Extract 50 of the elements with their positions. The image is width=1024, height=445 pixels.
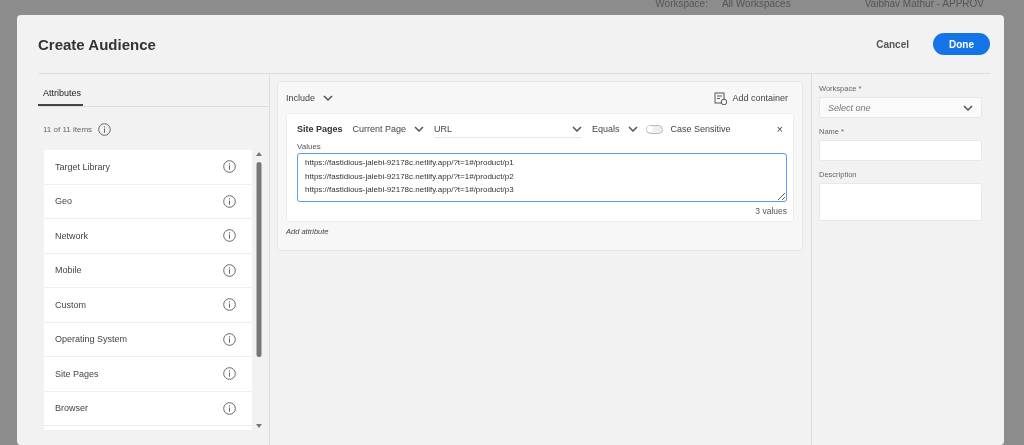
info-icon [98, 123, 112, 136]
attribute-label: Browser [55, 403, 88, 414]
attribute-name: Site Pages [297, 124, 343, 134]
chevron-down-icon [627, 126, 638, 132]
close-button[interactable]: × [776, 123, 783, 135]
attribute-item[interactable]: Geo [44, 184, 252, 219]
attribute-label: Operating System [55, 334, 128, 345]
info-icon [223, 229, 236, 243]
attribute-label: Target Library [55, 161, 111, 172]
done-button[interactable]: Done [933, 33, 990, 55]
placeholder-text: Select one [828, 102, 871, 113]
attribute-item[interactable]: Custom [44, 288, 252, 323]
attribute-item[interactable]: Site Pages [44, 357, 252, 392]
chevron-down-icon [414, 126, 425, 132]
attribute-item[interactable]: Browser [44, 391, 252, 426]
info-icon [223, 367, 236, 381]
item-count: 11 of 11 items [43, 125, 93, 134]
info-icon [223, 332, 236, 346]
chevron-down-icon [323, 95, 334, 101]
attribute-label: Site Pages [55, 368, 99, 379]
info-icon [223, 160, 236, 174]
toggle-label: Case Sensitive [670, 124, 731, 134]
values-label: Values [297, 142, 322, 151]
attribute-item[interactable]: Mobile [44, 253, 252, 288]
attribute-label: Geo [55, 196, 72, 207]
add-list-icon [714, 91, 728, 105]
attribute-item[interactable]: Target Library [44, 150, 252, 185]
include-dropdown[interactable]: Include [286, 93, 334, 103]
dialog-title: Create Audience [38, 35, 156, 53]
attribute-item[interactable]: Network [44, 219, 252, 254]
toggle-switch[interactable] [645, 124, 663, 134]
attribute-label: Network [55, 230, 88, 241]
add-container-button[interactable]: Add container [714, 91, 788, 105]
attributes-tab[interactable]: Attributes [38, 88, 84, 106]
scope-dropdown[interactable]: Current Page [352, 124, 425, 134]
info-icon [223, 298, 236, 312]
cancel-button[interactable]: Cancel [870, 37, 915, 51]
workspace-select[interactable]: Select one [819, 97, 982, 118]
chevron-down-icon [963, 104, 973, 111]
info-icon [223, 263, 236, 277]
attribute-item[interactable]: Operating System [44, 322, 252, 357]
attribute-label: Mobile [55, 265, 82, 276]
info-icon [223, 401, 236, 415]
values-field[interactable]: https://fastidious-jalebi-92178c.netlify.app/?t=1#/product/p1 https://fastidious-jalebi-92178c.netlify.app/?t=1#/product/p2 https://fastidious-jalebi-92178c.netlify.app/?t=1#/product/p3 [297, 153, 787, 202]
field-dropdown[interactable]: URL [434, 120, 583, 138]
values-count: 3 values [754, 206, 787, 216]
info-icon [223, 194, 236, 208]
operator-dropdown[interactable]: Equals [592, 124, 638, 134]
chevron-down-icon [572, 125, 583, 132]
attribute-label: Custom [55, 299, 86, 310]
